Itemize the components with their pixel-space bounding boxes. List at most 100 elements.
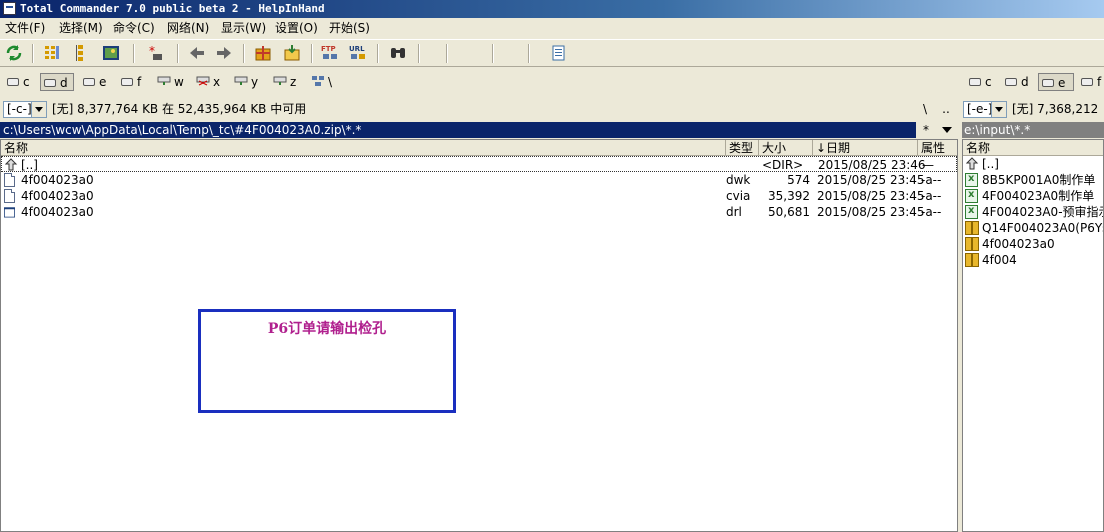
file-attributes: — — [922, 158, 934, 172]
menu-file[interactable]: 文件(F) — [5, 20, 45, 36]
toolbar-separator — [32, 44, 34, 63]
column-header-type[interactable]: 类型 — [726, 140, 759, 156]
file-row[interactable]: 4f004023a0 drl 50,681 2015/08/25 23:45 -… — [1, 204, 957, 220]
root-button[interactable]: \ — [917, 101, 933, 117]
column-header-attributes[interactable]: 属性 — [918, 140, 957, 156]
toolbar-separator — [177, 44, 179, 63]
up-button[interactable]: .. — [938, 101, 954, 117]
drive-button-x[interactable]: x — [194, 73, 228, 91]
search-icon[interactable] — [388, 43, 408, 63]
drive-label: w — [174, 75, 184, 89]
left-path-bar[interactable]: c:\Users\wcw\AppData\Local\Temp\_tc\#4F0… — [0, 122, 916, 138]
file-name: 4f004023a0 — [21, 189, 94, 203]
drive-label: c — [23, 75, 30, 89]
column-header-size[interactable]: 大小 — [759, 140, 813, 156]
file-row[interactable]: 4F004023A0制作单 — [963, 187, 1103, 204]
refresh-icon[interactable] — [4, 43, 24, 63]
drive-button-c[interactable]: c — [4, 73, 38, 91]
current-path: c:\Users\wcw\AppData\Local\Temp\_tc\#4F0… — [3, 123, 362, 137]
unpack-icon[interactable] — [282, 43, 302, 63]
right-path-bar[interactable]: e:\input\*.* — [962, 122, 1104, 138]
drive-label: z — [290, 75, 297, 89]
right-drive-bar: c d e f — [962, 70, 1104, 94]
file-row[interactable]: 4f004 — [963, 252, 1103, 268]
svg-text:URL: URL — [349, 45, 365, 53]
network-drive-icon — [196, 76, 210, 86]
drive-button-d[interactable]: d — [1002, 73, 1036, 91]
menu-show[interactable]: 显示(W) — [221, 20, 266, 36]
drive-button-f[interactable]: f — [1078, 73, 1104, 91]
menu-commands[interactable]: 命令(C) — [113, 20, 155, 36]
back-icon[interactable] — [187, 43, 207, 63]
file-row[interactable]: 4f004023a0 — [963, 236, 1103, 252]
left-info-bar: [-c-] [无] 8,377,764 KB 在 52,435,964 KB 中… — [0, 98, 960, 120]
file-row[interactable]: 4F004023A0-预审指示 — [963, 203, 1103, 220]
drive-select-value: [-c-] — [7, 102, 32, 116]
free-space-text: [无] 7,368,212 — [1012, 102, 1099, 116]
drive-button-z[interactable]: z — [271, 73, 305, 91]
drive-button-d[interactable]: d — [40, 73, 74, 91]
drive-icon — [7, 78, 19, 86]
drive-icon — [1081, 78, 1093, 86]
drive-button-e[interactable]: e — [80, 73, 114, 91]
drive-button-w[interactable]: w — [155, 73, 189, 91]
file-name: [..] — [21, 158, 38, 172]
drive-button-f[interactable]: f — [118, 73, 152, 91]
drive-label: x — [213, 75, 221, 89]
url-icon[interactable]: URL — [348, 43, 368, 63]
file-row[interactable]: Q14F004023A0(P6Ys) — [963, 220, 1103, 236]
column-header-name[interactable]: 名称 — [1, 140, 726, 156]
ftp-icon[interactable]: FTP — [320, 43, 340, 63]
right-file-panel[interactable]: 名称 [..] 8B5KP001A0制作单 4F004023A0制作单 4F00… — [962, 139, 1104, 532]
file-row-parent[interactable]: [..] — [963, 156, 1103, 172]
toolbar-separator — [528, 44, 530, 63]
pack-icon[interactable] — [253, 43, 273, 63]
drive-label: c — [985, 75, 992, 89]
file-size: 574 — [787, 173, 810, 187]
notepad-icon[interactable] — [549, 43, 569, 63]
file-name: [..] — [982, 157, 999, 171]
drive-icon — [121, 78, 133, 86]
drive-button-network[interactable]: \ — [309, 73, 339, 91]
brief-view-icon[interactable] — [42, 43, 62, 63]
file-row[interactable]: 4f004023a0 cvia 35,392 2015/08/25 23:45 … — [1, 188, 957, 204]
chevron-down-icon — [991, 102, 1006, 117]
drive-button-e[interactable]: e — [1038, 73, 1074, 91]
network-neighborhood-icon — [312, 76, 324, 86]
column-header-date[interactable]: ↓日期 — [813, 140, 918, 156]
drive-icon — [1005, 78, 1017, 86]
file-attributes: -a-- — [921, 173, 942, 187]
chevron-down-icon — [942, 127, 952, 133]
file-date: 2015/08/25 23:46 — [818, 158, 926, 172]
file-size: 35,392 — [768, 189, 810, 203]
network-drive-icon — [234, 76, 248, 85]
menu-network[interactable]: 网络(N) — [167, 20, 209, 36]
drive-icon — [1042, 79, 1054, 87]
menu-start[interactable]: 开始(S) — [329, 20, 370, 36]
drive-select[interactable]: [-c-] — [3, 101, 47, 118]
menu-configuration[interactable]: 设置(O) — [275, 20, 318, 36]
toolbar-separator — [243, 44, 245, 63]
drive-select[interactable]: [-e-] — [963, 101, 1007, 118]
left-file-panel[interactable]: 名称 类型 大小 ↓日期 属性 [..] <DIR> 2015/08/25 23… — [0, 139, 958, 532]
svg-text:FTP: FTP — [321, 45, 336, 53]
up-folder-icon — [966, 157, 979, 170]
file-row[interactable]: 8B5KP001A0制作单 — [963, 171, 1103, 188]
drive-button-c[interactable]: c — [966, 73, 1000, 91]
file-name: Q14F004023A0(P6Ys) — [982, 221, 1104, 235]
tree-view-icon[interactable] — [70, 43, 90, 63]
column-header-name[interactable]: 名称 — [963, 140, 1103, 156]
file-row-parent[interactable]: [..] <DIR> 2015/08/25 23:46 — — [1, 156, 957, 172]
thumbnail-view-icon[interactable] — [101, 43, 121, 63]
drive-button-y[interactable]: y — [232, 73, 266, 91]
left-drive-bar: c d e f w x y z \ — [0, 70, 960, 94]
invert-selection-icon[interactable]: * — [146, 43, 166, 63]
drive-label: d — [1021, 75, 1029, 89]
drive-label: e — [99, 75, 107, 89]
drive-label: y — [251, 75, 259, 89]
menu-select[interactable]: 选择(M) — [59, 20, 103, 36]
history-button[interactable]: * — [918, 122, 934, 138]
hotlist-button[interactable] — [938, 122, 956, 138]
forward-icon[interactable] — [214, 43, 234, 63]
file-row[interactable]: 4f004023a0 dwk 574 2015/08/25 23:45 -a-- — [1, 172, 957, 188]
